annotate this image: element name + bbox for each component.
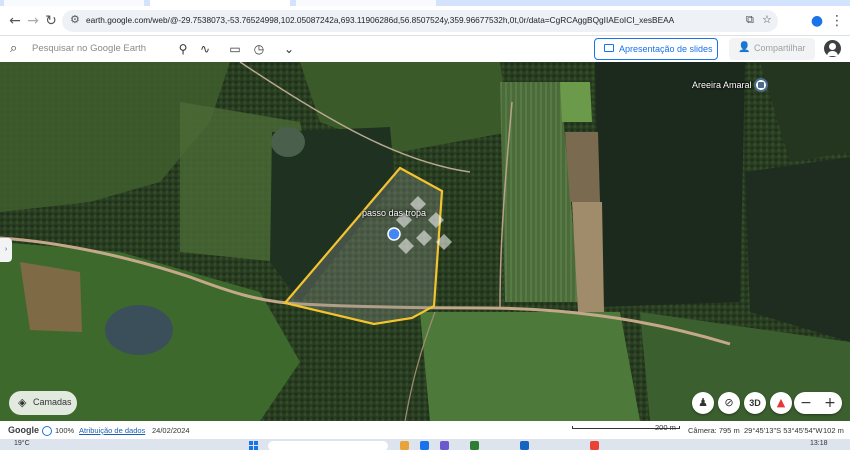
browser-menu-icon[interactable]: ⋮	[828, 12, 846, 30]
search-icon: ⌕	[10, 41, 18, 56]
draw-path-icon[interactable]: ∿	[196, 40, 214, 58]
layers-label: Camadas	[33, 397, 72, 407]
layers-button[interactable]: ◈ Camadas	[9, 391, 77, 415]
profile-icon[interactable]: ●	[808, 12, 826, 30]
search-field[interactable]: ⌕ Pesquisar no Google Earth	[6, 38, 166, 60]
status-bar: Google 100% Atribuição de dados 24/02/20…	[0, 421, 850, 439]
chevron-down-icon[interactable]: ⌄	[280, 40, 298, 58]
camera-altitude: Câmera: 795 m	[688, 426, 740, 435]
app-icon[interactable]	[440, 441, 449, 450]
google-logo: Google	[8, 425, 39, 435]
quarry-poi-icon[interactable]	[754, 78, 768, 92]
imagery-date: 24/02/2024	[152, 426, 190, 435]
reload-icon[interactable]: ↻	[42, 12, 60, 30]
weather-widget[interactable]: 19°C	[14, 440, 30, 447]
zoom-in-icon[interactable]: +	[818, 392, 842, 414]
cursor-coordinates: 29°45'13"S 53°45'54"W	[744, 426, 823, 435]
layers-icon: ◈	[18, 396, 27, 409]
address-bar[interactable]: ⚙ earth.google.com/web/@-29.7538073,-53.…	[62, 10, 778, 32]
install-app-icon[interactable]: ⧉	[746, 13, 754, 27]
url-text[interactable]: earth.google.com/web/@-29.7538073,-53.76…	[86, 15, 726, 25]
location-off-icon[interactable]: ⊘	[718, 392, 740, 414]
data-attribution-link[interactable]: Atribuição de dados	[79, 426, 145, 435]
app-icon[interactable]	[470, 441, 479, 450]
windows-start-icon[interactable]	[249, 441, 258, 450]
compass-icon[interactable]: ▲	[770, 392, 792, 414]
bookmark-star-icon[interactable]: ☆	[762, 13, 772, 26]
expand-panel-handle[interactable]: ›	[0, 238, 12, 262]
scale-bar	[572, 426, 680, 429]
load-percent: 100%	[55, 426, 75, 435]
projects-icon[interactable]: ▭	[226, 40, 244, 58]
account-icon[interactable]	[824, 40, 841, 57]
os-taskbar: 19°C 13:18	[0, 439, 850, 450]
arrow-left-icon[interactable]: ←	[6, 12, 24, 30]
browser-address-row: ← → ↻ ⚙ earth.google.com/web/@-29.753807…	[0, 6, 850, 36]
elevation: 102 m	[823, 426, 844, 435]
polygon-pin	[387, 227, 401, 241]
polygon-label[interactable]: passo das tropa	[362, 208, 426, 218]
file-explorer-icon[interactable]	[400, 441, 409, 450]
slideshow-label: Apresentação de slides	[619, 44, 713, 54]
place-marker-icon[interactable]: ⚲	[174, 40, 192, 58]
slideshow-icon	[604, 44, 614, 52]
share-button[interactable]: 👤 Compartilhar	[729, 38, 815, 60]
search-input[interactable]: Pesquisar no Google Earth	[32, 43, 146, 54]
pegman-icon[interactable]: ♟	[692, 392, 714, 414]
google-earth-window: ← → ↻ ⚙ earth.google.com/web/@-29.753807…	[0, 0, 850, 450]
add-person-icon: 👤	[738, 42, 751, 53]
slideshow-button[interactable]: Apresentação de slides	[594, 38, 718, 60]
edge-icon[interactable]	[420, 441, 429, 450]
earth-toolbar: ⌕ Pesquisar no Google Earth ⚲ ∿ ▭ ◷ ⌄ Ap…	[0, 36, 850, 62]
arrow-right-icon[interactable]: →	[24, 12, 42, 30]
toggle-3d-button[interactable]: 3D	[744, 392, 766, 414]
timelapse-icon[interactable]: ◷	[250, 40, 268, 58]
globe-icon	[42, 426, 52, 436]
satellite-imagery	[0, 62, 850, 421]
poi-label[interactable]: Areeira Amaral	[692, 80, 752, 90]
zoom-out-icon[interactable]: −	[794, 392, 818, 414]
share-label: Compartilhar	[754, 43, 806, 53]
satellite-map[interactable]: passo das tropa Areeira Amaral › ◈ Camad…	[0, 62, 850, 421]
taskbar-search[interactable]	[268, 441, 388, 450]
app-icon[interactable]	[520, 441, 529, 450]
chrome-icon[interactable]	[590, 441, 599, 450]
site-settings-icon[interactable]: ⚙	[70, 13, 80, 26]
clock: 13:18	[810, 440, 828, 447]
zoom-control: − +	[794, 392, 842, 414]
